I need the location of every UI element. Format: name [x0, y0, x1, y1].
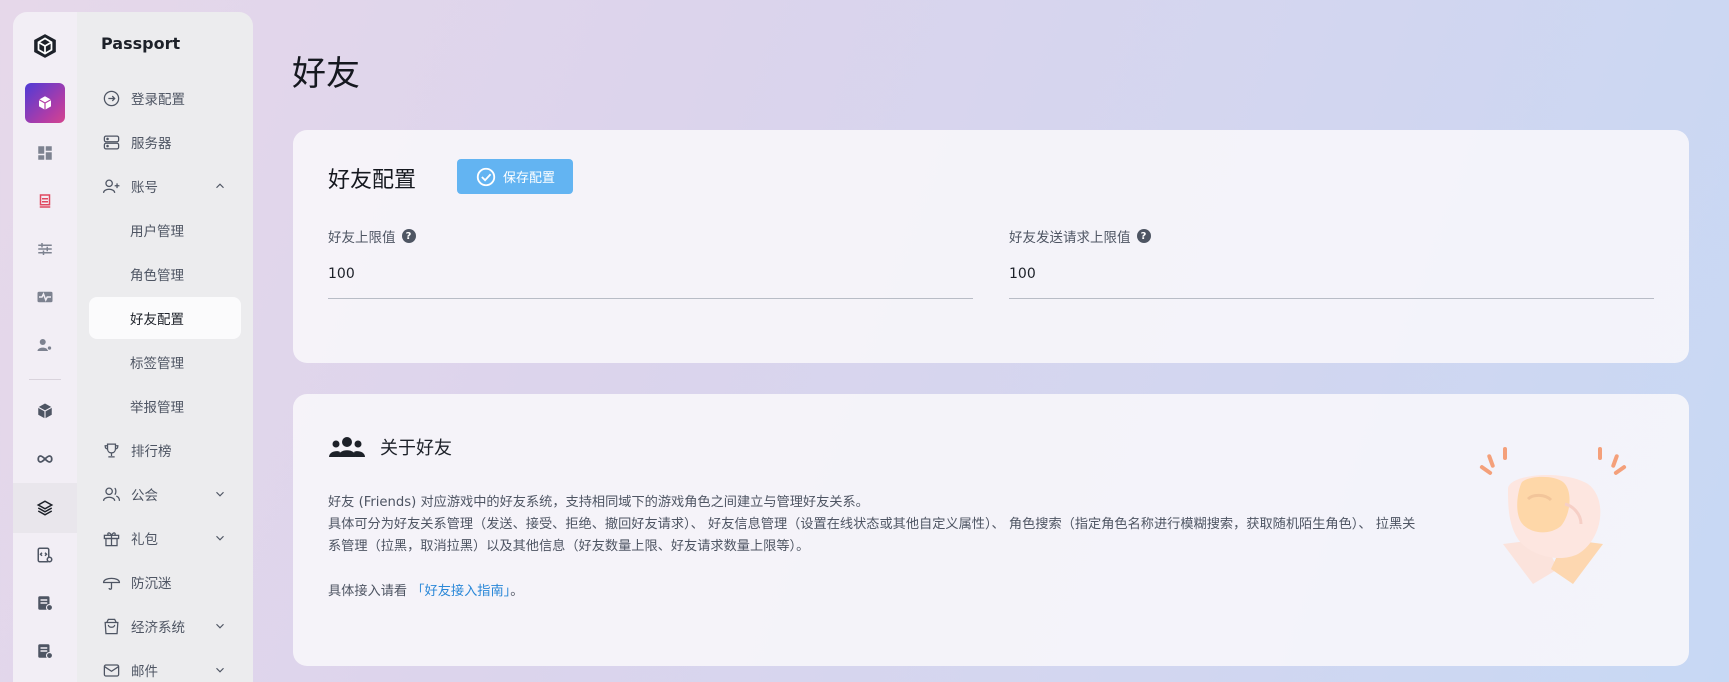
trophy-icon [101, 440, 121, 460]
friend-request-limit-input[interactable]: 100 [1009, 266, 1654, 299]
sidebar-item-mail[interactable]: 邮件 [89, 649, 241, 682]
about-link-line: 具体接入请看 「好友接入指南」。 [328, 580, 523, 599]
check-circle-icon [476, 167, 496, 186]
server-icon [101, 132, 121, 152]
about-header: 关于好友 [328, 434, 452, 460]
save-config-label: 保存配置 [502, 171, 555, 186]
about-link-prefix: 具体接入请看 [328, 584, 408, 599]
chevron-down-icon [216, 623, 224, 629]
about-title: 关于好友 [380, 438, 452, 459]
sidebar-item-label: 礼包 [131, 532, 158, 548]
sidebar-item-label: 角色管理 [130, 268, 184, 284]
shopping-bag-icon [101, 616, 121, 636]
unity-logo-icon[interactable] [27, 28, 63, 64]
chevron-up-icon [216, 183, 224, 189]
package-icon[interactable] [27, 393, 63, 429]
dashboard-icon[interactable] [27, 135, 63, 171]
about-line-1: 好友 (Friends) 对应游戏中的好友系统，支持相同域下的游戏角色之间建立与… [328, 495, 869, 510]
about-link-suffix: 。 [510, 584, 524, 599]
page-title: 好友 [292, 54, 360, 94]
sidebar-item-label: 好友配置 [130, 312, 184, 328]
friend-limit-label: 好友上限值 [328, 230, 396, 246]
sidebar-item-anti-addiction[interactable]: 防沉迷 [89, 561, 241, 603]
sidebar-item-guild[interactable]: 公会 [89, 473, 241, 515]
sidebar-item-friend-config[interactable]: 好友配置 [89, 297, 241, 339]
file-check-icon[interactable] [27, 585, 63, 621]
sidebar-item-label: 公会 [131, 488, 158, 504]
layers-icon[interactable] [13, 483, 77, 533]
sidebar-item-label: 经济系统 [131, 620, 185, 636]
chevron-down-icon [216, 667, 224, 673]
sidebar-item-label: 用户管理 [130, 224, 184, 240]
about-friends-card: 关于好友 好友 (Friends) 对应游戏中的好友系统，支持相同域下的游戏角色… [293, 394, 1689, 666]
sidebar-item-label: 账号 [131, 180, 158, 196]
project-cube-icon[interactable] [25, 83, 65, 123]
group-users-icon [329, 437, 365, 457]
sidebar-item-label: 标签管理 [130, 356, 184, 372]
sidebar-item-role-management[interactable]: 角色管理 [89, 253, 241, 295]
umbrella-icon [101, 572, 121, 592]
document-icon[interactable] [27, 183, 63, 219]
pulse-card-icon[interactable] [27, 279, 63, 315]
arrow-circle-right-icon [101, 88, 121, 108]
sidebar-item-leaderboard[interactable]: 排行榜 [89, 429, 241, 471]
sidebar-item-login-config[interactable]: 登录配置 [89, 77, 241, 119]
sidebar-item-economy[interactable]: 经济系统 [89, 605, 241, 647]
gift-icon [101, 528, 121, 548]
rail-divider [29, 379, 61, 380]
handshake-illustration [1479, 447, 1627, 584]
sidebar: Passport 登录配置 服务器 账号 用户管理 角色管理 好友配置 标签管理… [77, 12, 253, 682]
sidebar-item-label: 举报管理 [130, 400, 184, 416]
code-settings-icon[interactable] [27, 537, 63, 573]
chevron-down-icon [216, 491, 224, 497]
users-icon [101, 484, 121, 504]
chevron-down-icon [216, 535, 224, 541]
friend-request-limit-label: 好友发送请求上限值 [1009, 230, 1131, 246]
friend-config-card: 好友配置 保存配置 好友上限值 ? 100 好友发送请求上限值 ? 100 [293, 130, 1689, 363]
sidebar-item-label: 排行榜 [131, 444, 172, 460]
save-config-button[interactable]: 保存配置 [457, 159, 573, 194]
sidebar-item-gift[interactable]: 礼包 [89, 517, 241, 559]
sidebar-title: Passport [101, 34, 181, 53]
help-icon[interactable]: ? [1136, 229, 1151, 243]
mail-icon [101, 660, 121, 680]
friend-limit-field: 好友上限值 ? 100 [328, 226, 973, 299]
infinity-icon[interactable] [27, 441, 63, 477]
sidebar-item-server[interactable]: 服务器 [89, 121, 241, 163]
sidebar-item-label: 服务器 [131, 136, 172, 152]
file-clock-icon[interactable] [27, 633, 63, 669]
app-rail [13, 12, 77, 682]
sidebar-item-report-management[interactable]: 举报管理 [89, 385, 241, 427]
sidebar-item-user-management[interactable]: 用户管理 [89, 209, 241, 251]
sidebar-item-tag-management[interactable]: 标签管理 [89, 341, 241, 383]
sidebar-item-account[interactable]: 账号 [89, 165, 241, 207]
sidebar-item-label: 登录配置 [131, 92, 185, 108]
about-line-2: 具体可分为好友关系管理（发送、接受、拒绝、撤回好友请求）、 好友信息管理（设置在… [328, 517, 1416, 554]
sidebar-item-label: 邮件 [131, 664, 158, 680]
friend-guide-link[interactable]: 「好友接入指南」 [411, 584, 510, 599]
help-icon[interactable]: ? [401, 229, 416, 243]
sidebar-item-label: 防沉迷 [131, 576, 172, 592]
user-add-icon [101, 176, 121, 196]
friend-request-limit-field: 好友发送请求上限值 ? 100 [1009, 226, 1654, 299]
user-settings-icon[interactable] [27, 327, 63, 363]
config-title: 好友配置 [328, 168, 417, 193]
friend-limit-input[interactable]: 100 [328, 266, 973, 299]
about-description: 好友 (Friends) 对应游戏中的好友系统，支持相同域下的游戏角色之间建立与… [328, 492, 1418, 558]
sliders-icon[interactable] [27, 231, 63, 267]
